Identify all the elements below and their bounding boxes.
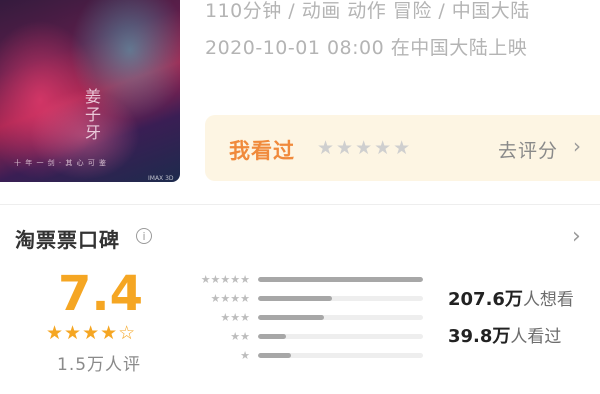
seen-label: 人看过 [510,327,562,347]
distribution-bar-track [258,334,423,339]
rate-button[interactable]: 去评分 [498,136,558,163]
rating-stars: ★★★★☆ [46,322,137,344]
chevron-right-icon[interactable]: › [573,134,581,158]
want-to-see-label: 人想看 [522,290,574,310]
movie-poster[interactable]: 姜子牙 十 年 一 剑 · 其 心 可 鉴 IMAX 3D [0,0,180,182]
distribution-row: ★★★ [180,310,425,326]
distribution-bar-fill [258,277,423,282]
seen-stat: 39.8万人看过 [448,322,561,348]
distribution-bar-track [258,353,423,358]
poster-subtitle: 十 年 一 剑 · 其 心 可 鉴 [14,159,108,167]
distribution-stars: ★★★ [220,311,250,324]
distribution-stars: ★★★★★ [200,273,250,286]
distribution-bar-track [258,277,423,282]
distribution-bar-fill [258,315,324,320]
want-to-see-stat: 207.6万人想看 [448,285,574,311]
distribution-stars: ★★ [230,330,250,343]
distribution-stars: ★ [240,349,250,362]
watched-title: 我看过 [229,139,295,163]
distribution-bar-track [258,315,423,320]
distribution-stars: ★★★★ [210,292,250,305]
watched-rating-card[interactable]: 我看过 ★★★★★ 去评分 › [205,115,600,181]
poster-title: 姜子牙 [82,88,101,142]
movie-meta-duration-genre: 110分钟 / 动画 动作 冒险 / 中国大陆 [205,0,530,22]
distribution-bar-track [258,296,423,301]
distribution-bar-fill [258,296,333,301]
info-icon[interactable]: i [136,228,152,244]
chevron-right-icon[interactable]: › [572,224,581,249]
reputation-section-title: 淘票票口碑 [15,228,120,252]
seen-count: 39.8万 [448,326,511,347]
poster-badge: IMAX 3D [148,175,174,182]
movie-release-info: 2020-10-01 08:00 在中国大陆上映 [205,37,528,59]
distribution-row: ★★★★ [180,291,425,307]
want-to-see-count: 207.6万 [448,289,523,310]
rating-stars-input[interactable]: ★★★★★ [317,137,412,159]
distribution-bar-fill [258,334,287,339]
rating-score: 7.4 [58,266,144,322]
movie-detail-page: 姜子牙 十 年 一 剑 · 其 心 可 鉴 IMAX 3D 110分钟 / 动画… [0,0,600,394]
distribution-bar-fill [258,353,291,358]
distribution-row: ★ [180,348,425,364]
distribution-row: ★★★★★ [180,272,425,288]
section-divider [0,204,600,205]
distribution-row: ★★ [180,329,425,345]
rating-count: 1.5万人评 [57,355,142,375]
